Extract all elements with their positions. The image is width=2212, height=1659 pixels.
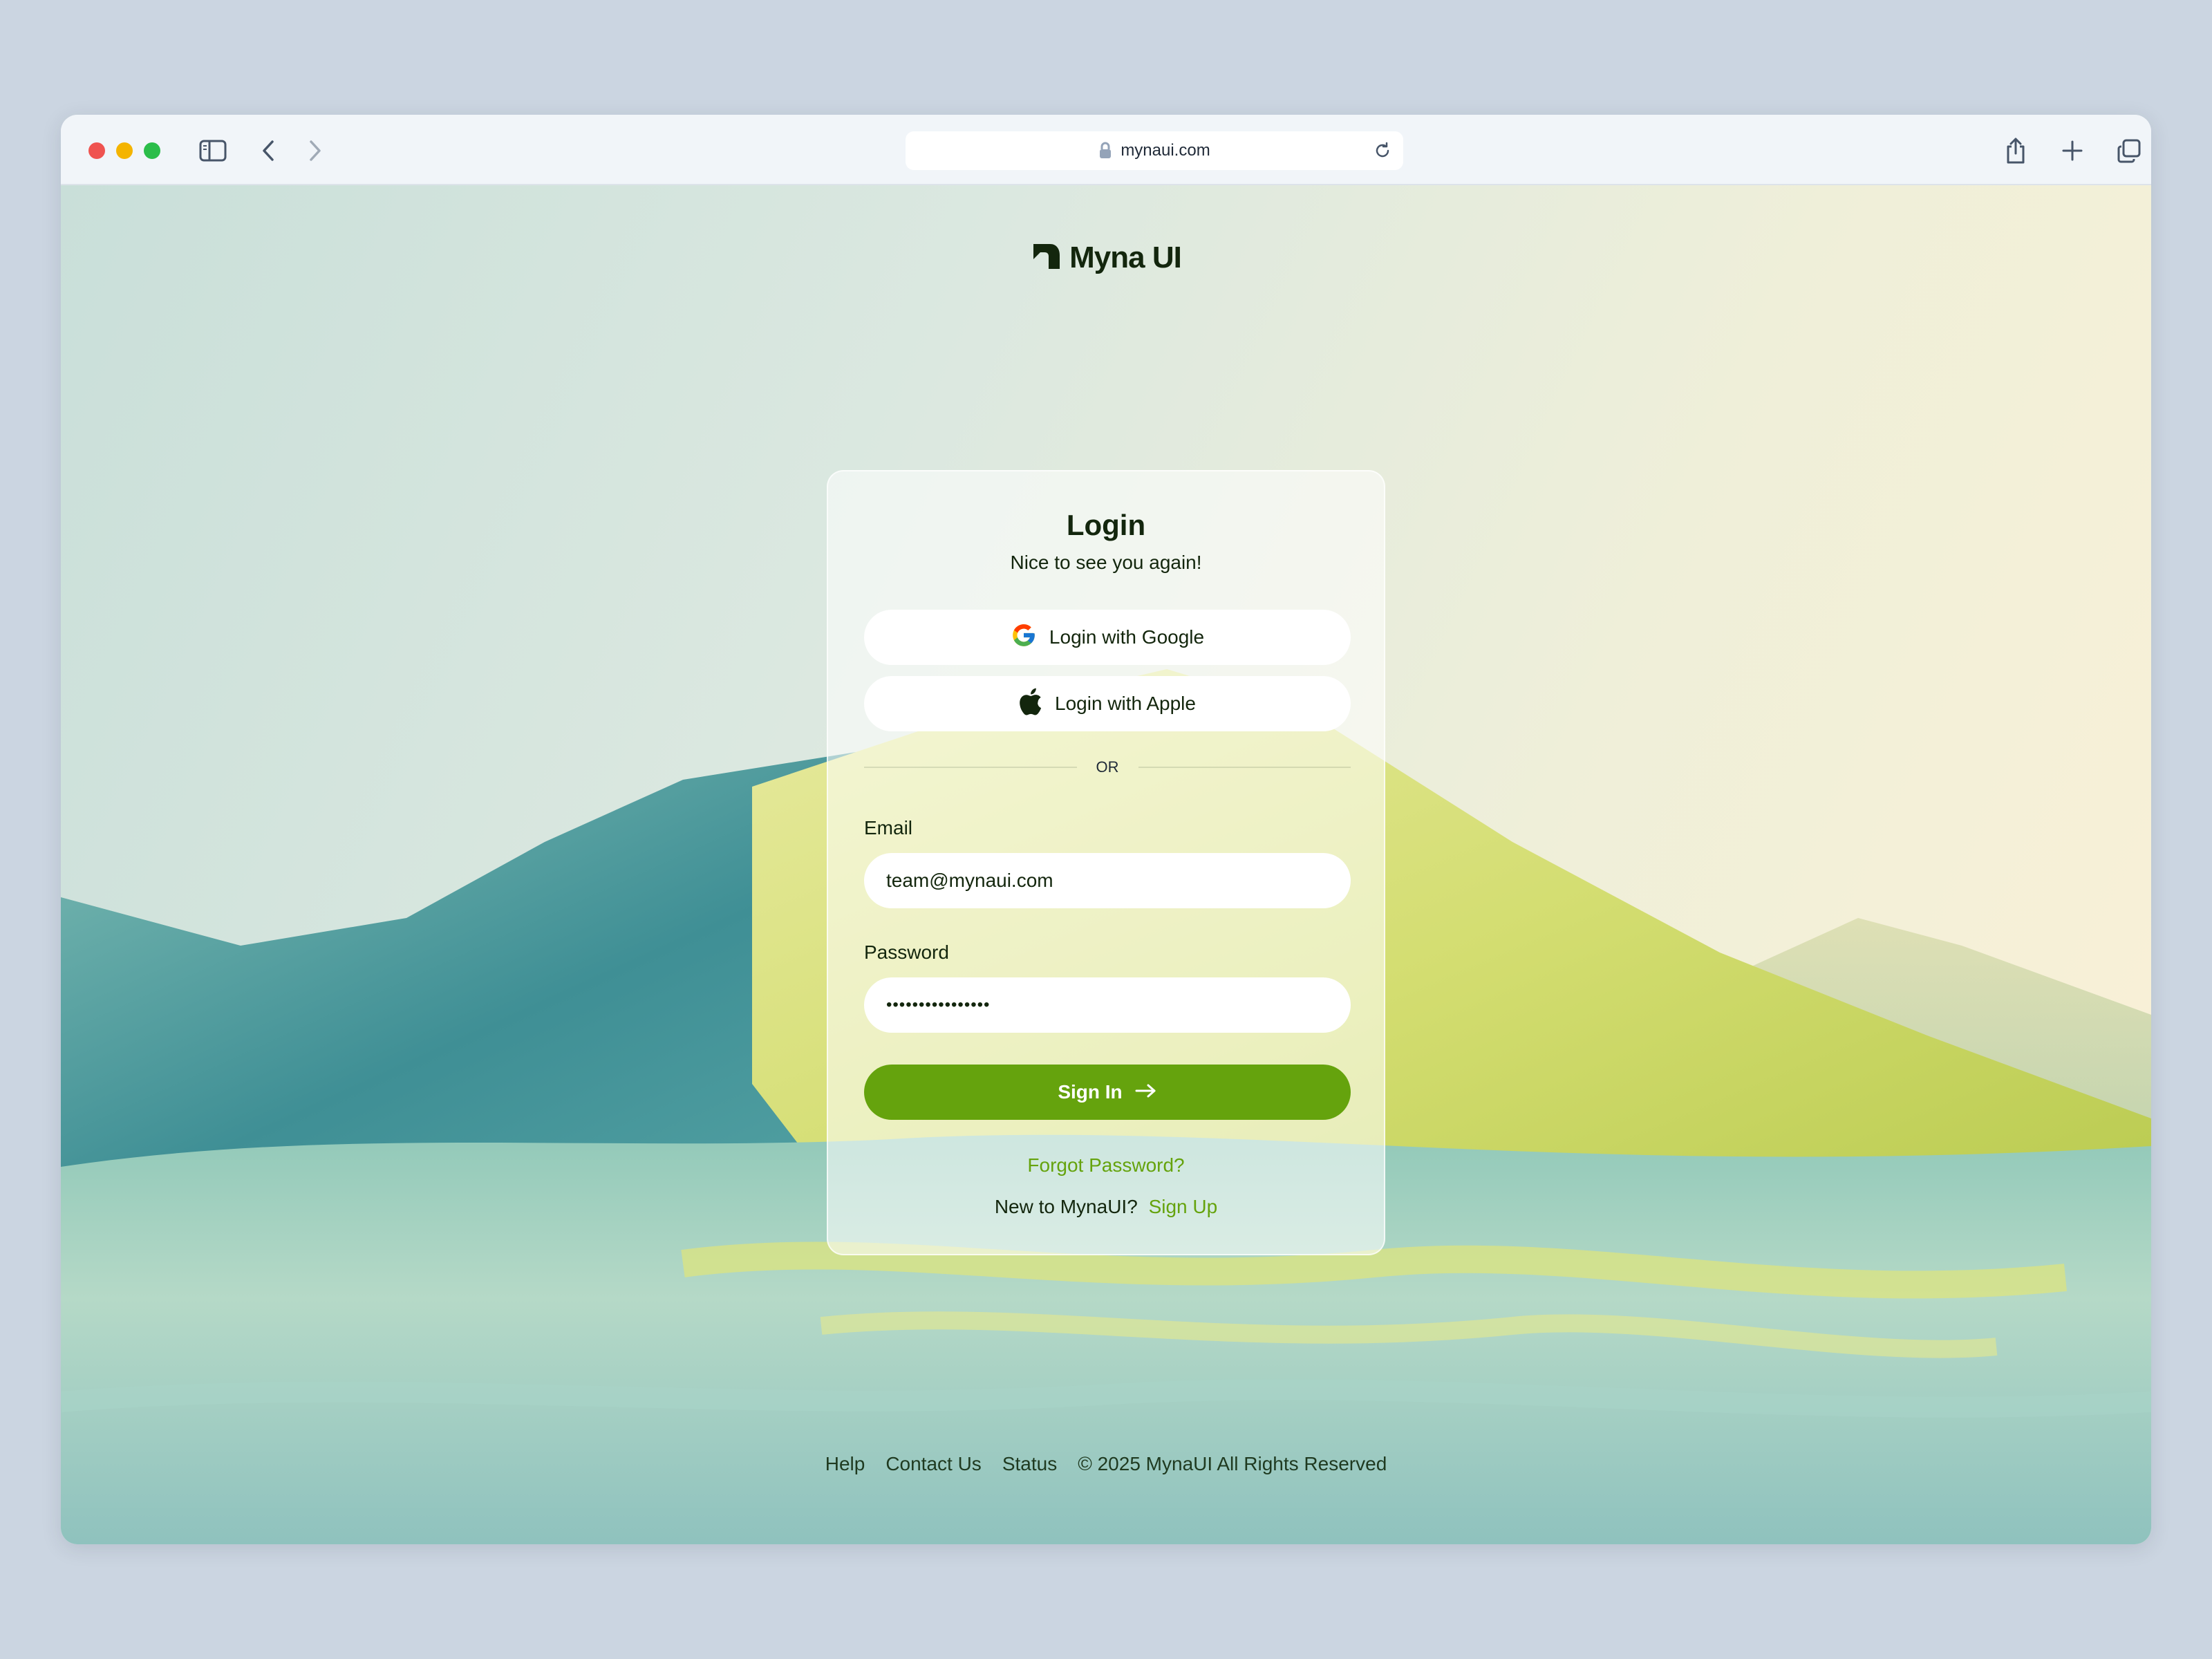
divider-line-right (1138, 767, 1351, 768)
login-apple-button[interactable]: Login with Apple (864, 676, 1351, 731)
forward-icon[interactable] (299, 134, 332, 167)
google-icon (1011, 622, 1037, 653)
sign-in-label: Sign In (1058, 1081, 1123, 1103)
divider-text: OR (1096, 758, 1119, 776)
login-google-button[interactable]: Login with Google (864, 610, 1351, 665)
browser-window: mynaui.com Myna UI Login Nice to see you… (61, 115, 2151, 1544)
maximize-window-button[interactable] (144, 142, 160, 159)
back-icon[interactable] (252, 134, 285, 167)
divider-line-left (864, 767, 1077, 768)
sign-up-link[interactable]: Sign Up (1149, 1196, 1218, 1217)
or-divider: OR (864, 758, 1351, 776)
close-window-button[interactable] (88, 142, 105, 159)
lock-icon (1098, 142, 1112, 160)
new-tab-icon[interactable] (2056, 134, 2089, 167)
share-icon[interactable] (1999, 134, 2032, 167)
apple-icon (1019, 688, 1042, 720)
brand-logo[interactable]: Myna UI (61, 241, 2151, 275)
login-apple-label: Login with Apple (1055, 693, 1196, 714)
page-footer: Help Contact Us Status © 2025 MynaUI All… (61, 1453, 2151, 1475)
forgot-password-link[interactable]: Forgot Password? (828, 1154, 1384, 1177)
login-page: Myna UI Login Nice to see you again! Log… (61, 185, 2151, 1544)
signup-prompt: New to MynaUI? Sign Up (828, 1196, 1384, 1218)
footer-link-help[interactable]: Help (825, 1453, 865, 1475)
footer-link-contact[interactable]: Contact Us (885, 1453, 982, 1475)
login-google-label: Login with Google (1049, 626, 1205, 648)
browser-toolbar: mynaui.com (61, 115, 2151, 185)
email-field[interactable]: team@mynaui.com (864, 853, 1351, 908)
myna-logo-icon (1031, 241, 1062, 275)
sidebar-icon[interactable] (196, 134, 229, 167)
password-value: •••••••••••••••• (886, 995, 991, 1014)
email-value: team@mynaui.com (886, 870, 1053, 891)
email-label: Email (864, 817, 913, 838)
reload-icon[interactable] (1373, 141, 1392, 160)
password-field[interactable]: •••••••••••••••• (864, 977, 1351, 1033)
login-title: Login (1066, 509, 1146, 541)
tabs-overview-icon[interactable] (2112, 134, 2146, 167)
login-subtitle: Nice to see you again! (1010, 552, 1202, 573)
sign-in-button[interactable]: Sign In (864, 1065, 1351, 1120)
password-label: Password (864, 941, 949, 963)
footer-link-status[interactable]: Status (1002, 1453, 1057, 1475)
minimize-window-button[interactable] (116, 142, 133, 159)
address-bar[interactable]: mynaui.com (906, 131, 1403, 170)
brand-name: Myna UI (1069, 241, 1182, 274)
new-user-text: New to MynaUI? (994, 1196, 1138, 1217)
url-text: mynaui.com (1121, 141, 1210, 160)
footer-copyright: © 2025 MynaUI All Rights Reserved (1078, 1453, 1387, 1474)
login-card: Login Nice to see you again! Login with … (827, 470, 1385, 1255)
arrow-right-icon (1135, 1081, 1157, 1103)
